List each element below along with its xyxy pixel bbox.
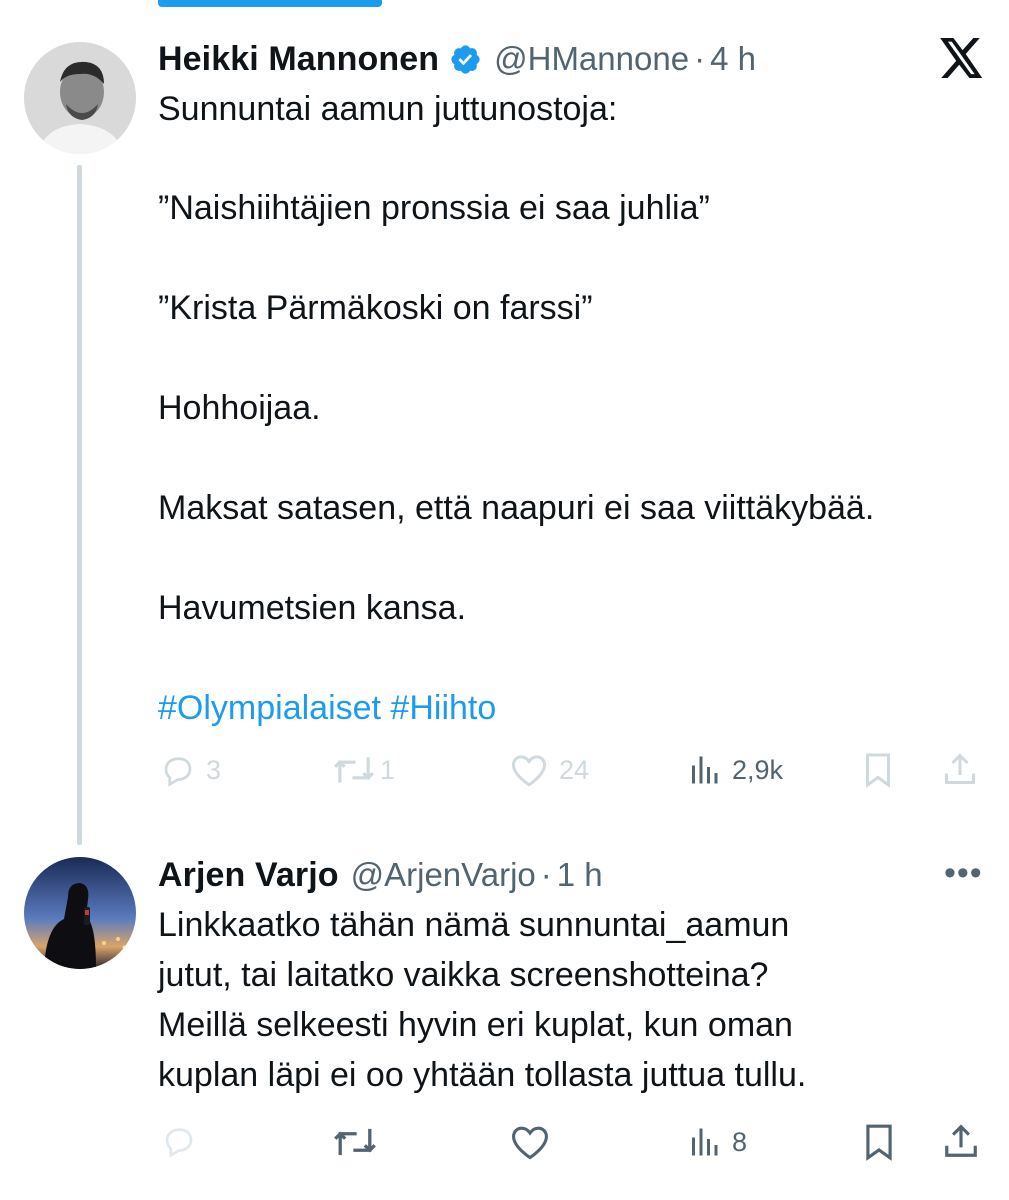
separator-dot: · [540,856,552,893]
tweet-text: Linkkaatko tähän nämä sunnuntai_aamun ju… [158,900,806,1100]
share-icon [945,1124,977,1157]
retweet-button[interactable] [332,1123,378,1161]
tweet-line [158,333,874,383]
tweet-line: Maksat satasen, että naapuri ei saa viit… [158,489,875,527]
thread-line [77,165,82,845]
views-icon [692,1128,718,1156]
hashtags-link[interactable]: #Olympialaiset #Hiihto [158,683,874,733]
tweet-line [158,233,874,283]
views-button[interactable]: 8 [686,1123,747,1161]
tweet-line: Linkkaatko tähän nämä sunnuntai_aamun [158,906,790,944]
tweet-line: kuplan läpi ei oo yhtään tollasta juttua… [158,1056,807,1094]
verified-badge-icon [451,44,480,74]
tweet-line: ”Naishiihtäjien pronssia ei saa juhlia” [158,189,710,227]
timestamp[interactable]: 4 h [710,40,756,78]
reply-icon [164,757,192,787]
tweet-line: Meillä selkeesti hyvin eri kuplat, kun o… [158,1006,793,1044]
tweet-header: Arjen Varjo @ArjenVarjo · 1 h [158,854,603,896]
views-icon [692,756,718,784]
bookmark-button[interactable] [862,1123,896,1161]
like-button[interactable] [509,1123,551,1161]
views-count: 8 [732,1126,748,1157]
tweet-line: Sunnuntai aamun juttunostoja: [158,90,618,128]
tweet-line [158,433,874,483]
reply-icon [165,1128,193,1158]
tab-indicator [158,0,382,7]
tweet-line: Hohhoijaa. [158,389,321,427]
author-name[interactable]: Arjen Varjo [158,856,339,895]
bookmark-button[interactable] [862,752,894,788]
more-options-button[interactable]: ••• [944,856,983,890]
like-count: 24 [559,754,590,785]
screenshot: Heikki Mannonen @HMannone · 4 h Sunnunta… [0,0,1009,1200]
author-handle[interactable]: @HMannone [494,40,689,78]
bookmark-icon [866,1124,892,1161]
retweet-count: 1 [380,754,396,785]
reply-count: 3 [206,754,222,785]
retweet-button[interactable]: 1 [332,752,395,788]
tweet-header: Heikki Mannonen @HMannone · 4 h [158,38,756,80]
tweet-line [158,134,874,184]
views-button[interactable]: 2,9k [686,752,783,788]
author-handle[interactable]: @ArjenVarjo [351,856,536,894]
reply-button[interactable]: 3 [160,752,221,788]
share-button[interactable] [942,750,978,788]
reply-button[interactable] [160,1123,198,1159]
avatar[interactable] [24,857,136,969]
x-logo-icon [940,38,983,78]
tweet-text: Sunnuntai aamun juttunostoja: ”Naishiiht… [158,84,874,733]
views-count: 2,9k [732,754,784,785]
heart-icon [511,755,547,787]
retweet-icon [334,757,374,783]
heart-icon [512,1126,548,1160]
tweet-line: Havumetsien kansa. [158,589,467,627]
tweet-line: jutut, tai laitatko vaikka screenshottei… [158,956,769,994]
share-button[interactable] [942,1121,980,1161]
author-name[interactable]: Heikki Mannonen [158,40,439,79]
bookmark-icon [866,753,890,788]
separator-dot: · [694,40,706,77]
tweet-line [158,633,874,683]
share-icon [945,753,975,784]
like-button[interactable]: 24 [509,752,589,788]
avatar[interactable] [24,42,136,154]
timestamp[interactable]: 1 h [557,856,603,894]
tweet-line [158,533,874,583]
retweet-icon [334,1128,376,1156]
tweet-line: ”Krista Pärmäkoski on farssi” [158,289,593,327]
